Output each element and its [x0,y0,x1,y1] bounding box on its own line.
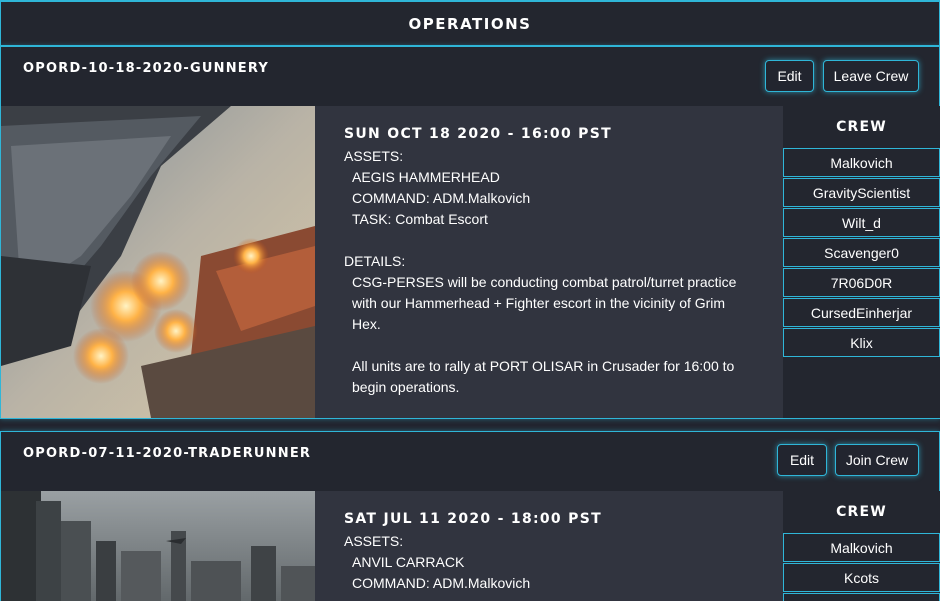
details-line: Hex. [352,316,381,332]
crew-member: Malkovich [783,533,940,562]
ship-image-hammerhead [1,106,315,418]
operation-name: OPORD-07-11-2020-TRADERUNNER [23,446,312,461]
crew-list: CREW Malkovich GravityScientist Wilt_d S… [783,106,940,418]
operation-card: OPORD-10-18-2020-GUNNERY Edit Leave Crew [0,46,940,419]
details-line: with our Hammerhead + Fighter escort in … [352,295,726,311]
asset-task: TASK: Combat Escort [352,211,488,227]
assets-label: ASSETS: [344,148,404,164]
edit-button[interactable]: Edit [765,60,814,92]
crew-member: Scavenger0 [783,238,940,267]
crew-member [783,593,940,601]
crew-title: CREW [836,504,887,520]
asset-command: COMMAND: ADM.Malkovich [352,575,531,591]
operation-header: OPORD-10-18-2020-GUNNERY Edit Leave Crew [1,47,939,105]
leave-crew-button[interactable]: Leave Crew [823,60,919,92]
page-title: OPERATIONS [408,14,532,33]
operation-card: OPORD-07-11-2020-TRADERUNNER Edit Join C… [0,431,940,601]
crew-member: Kcots [783,563,940,592]
crew-member: 7R06D0R [783,268,940,297]
operation-date: SAT JUL 11 2020 - 18:00 PST [344,511,602,527]
details-line: All units are to rally at PORT OLISAR in… [352,358,735,374]
crew-member: Wilt_d [783,208,940,237]
crew-list: CREW Malkovich Kcots [783,491,940,601]
crew-member: GravityScientist [783,178,940,207]
ship-image-carrack [1,491,315,601]
crew-member: Klix [783,328,940,357]
crew-member: CursedEinherjar [783,298,940,327]
operation-date: SUN OCT 18 2020 - 16:00 PST [344,126,612,142]
page-header: OPERATIONS [0,0,940,46]
edit-button[interactable]: Edit [777,444,827,476]
operation-details: SAT JUL 11 2020 - 18:00 PST ASSETS: ANVI… [315,491,783,601]
assets-label: ASSETS: [344,533,404,549]
crew-member: Malkovich [783,148,940,177]
details-line: CSG-PERSES will be conducting combat pat… [352,274,737,290]
details-label: DETAILS: [344,253,406,269]
operation-details: SUN OCT 18 2020 - 16:00 PST ASSETS: AEGI… [315,106,783,418]
asset-command: COMMAND: ADM.Malkovich [352,190,531,206]
join-crew-button[interactable]: Join Crew [835,444,919,476]
asset-ship: AEGIS HAMMERHEAD [352,169,500,185]
details-line: begin operations. [352,379,460,395]
asset-ship: ANVIL CARRACK [352,554,465,570]
crew-title: CREW [836,119,887,135]
operation-name: OPORD-10-18-2020-GUNNERY [23,61,269,76]
operation-header: OPORD-07-11-2020-TRADERUNNER Edit Join C… [1,432,939,490]
